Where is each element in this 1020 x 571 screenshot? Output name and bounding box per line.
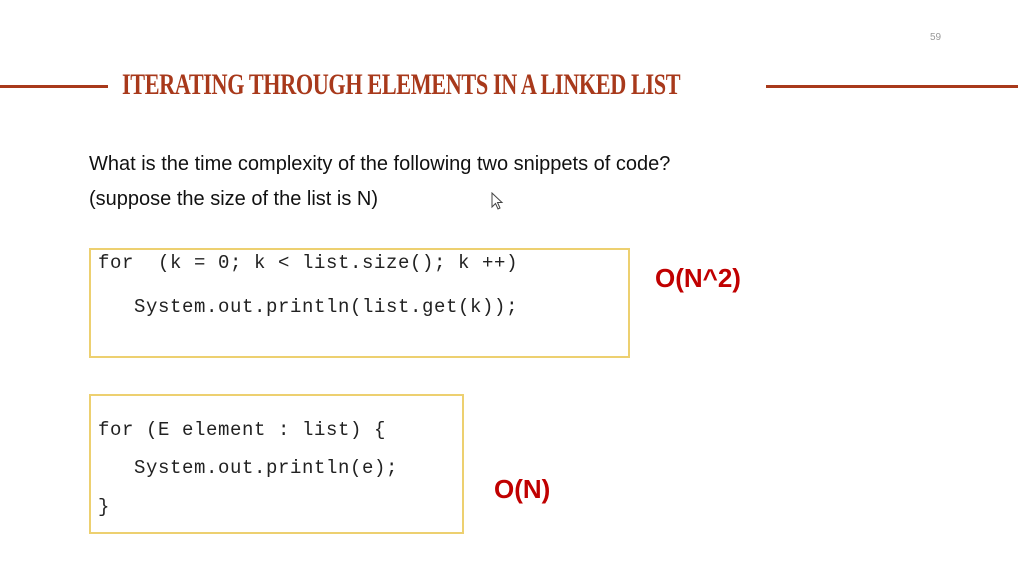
question-line-1: What is the time complexity of the follo… — [89, 153, 671, 175]
answer-snippet-2: O(N) — [494, 474, 551, 504]
code-line: System.out.println(list.get(k)); — [98, 296, 519, 318]
code-line: } — [98, 496, 111, 518]
slide-title: ITERATING THROUGH ELEMENTS IN A LINKED L… — [122, 68, 681, 101]
page-number: 59 — [930, 32, 942, 43]
question-line-2: (suppose the size of the list is N) — [89, 188, 379, 210]
title-rule-left — [0, 85, 108, 88]
code-line: for (E element : list) { — [98, 419, 387, 441]
code-line: for (k = 0; k < list.size(); k ++) — [98, 252, 519, 274]
answer-snippet-1: O(N^2) — [655, 263, 741, 293]
title-rule-right — [766, 85, 1018, 88]
code-line: System.out.println(e); — [98, 457, 399, 479]
mouse-cursor-icon — [491, 191, 505, 217]
